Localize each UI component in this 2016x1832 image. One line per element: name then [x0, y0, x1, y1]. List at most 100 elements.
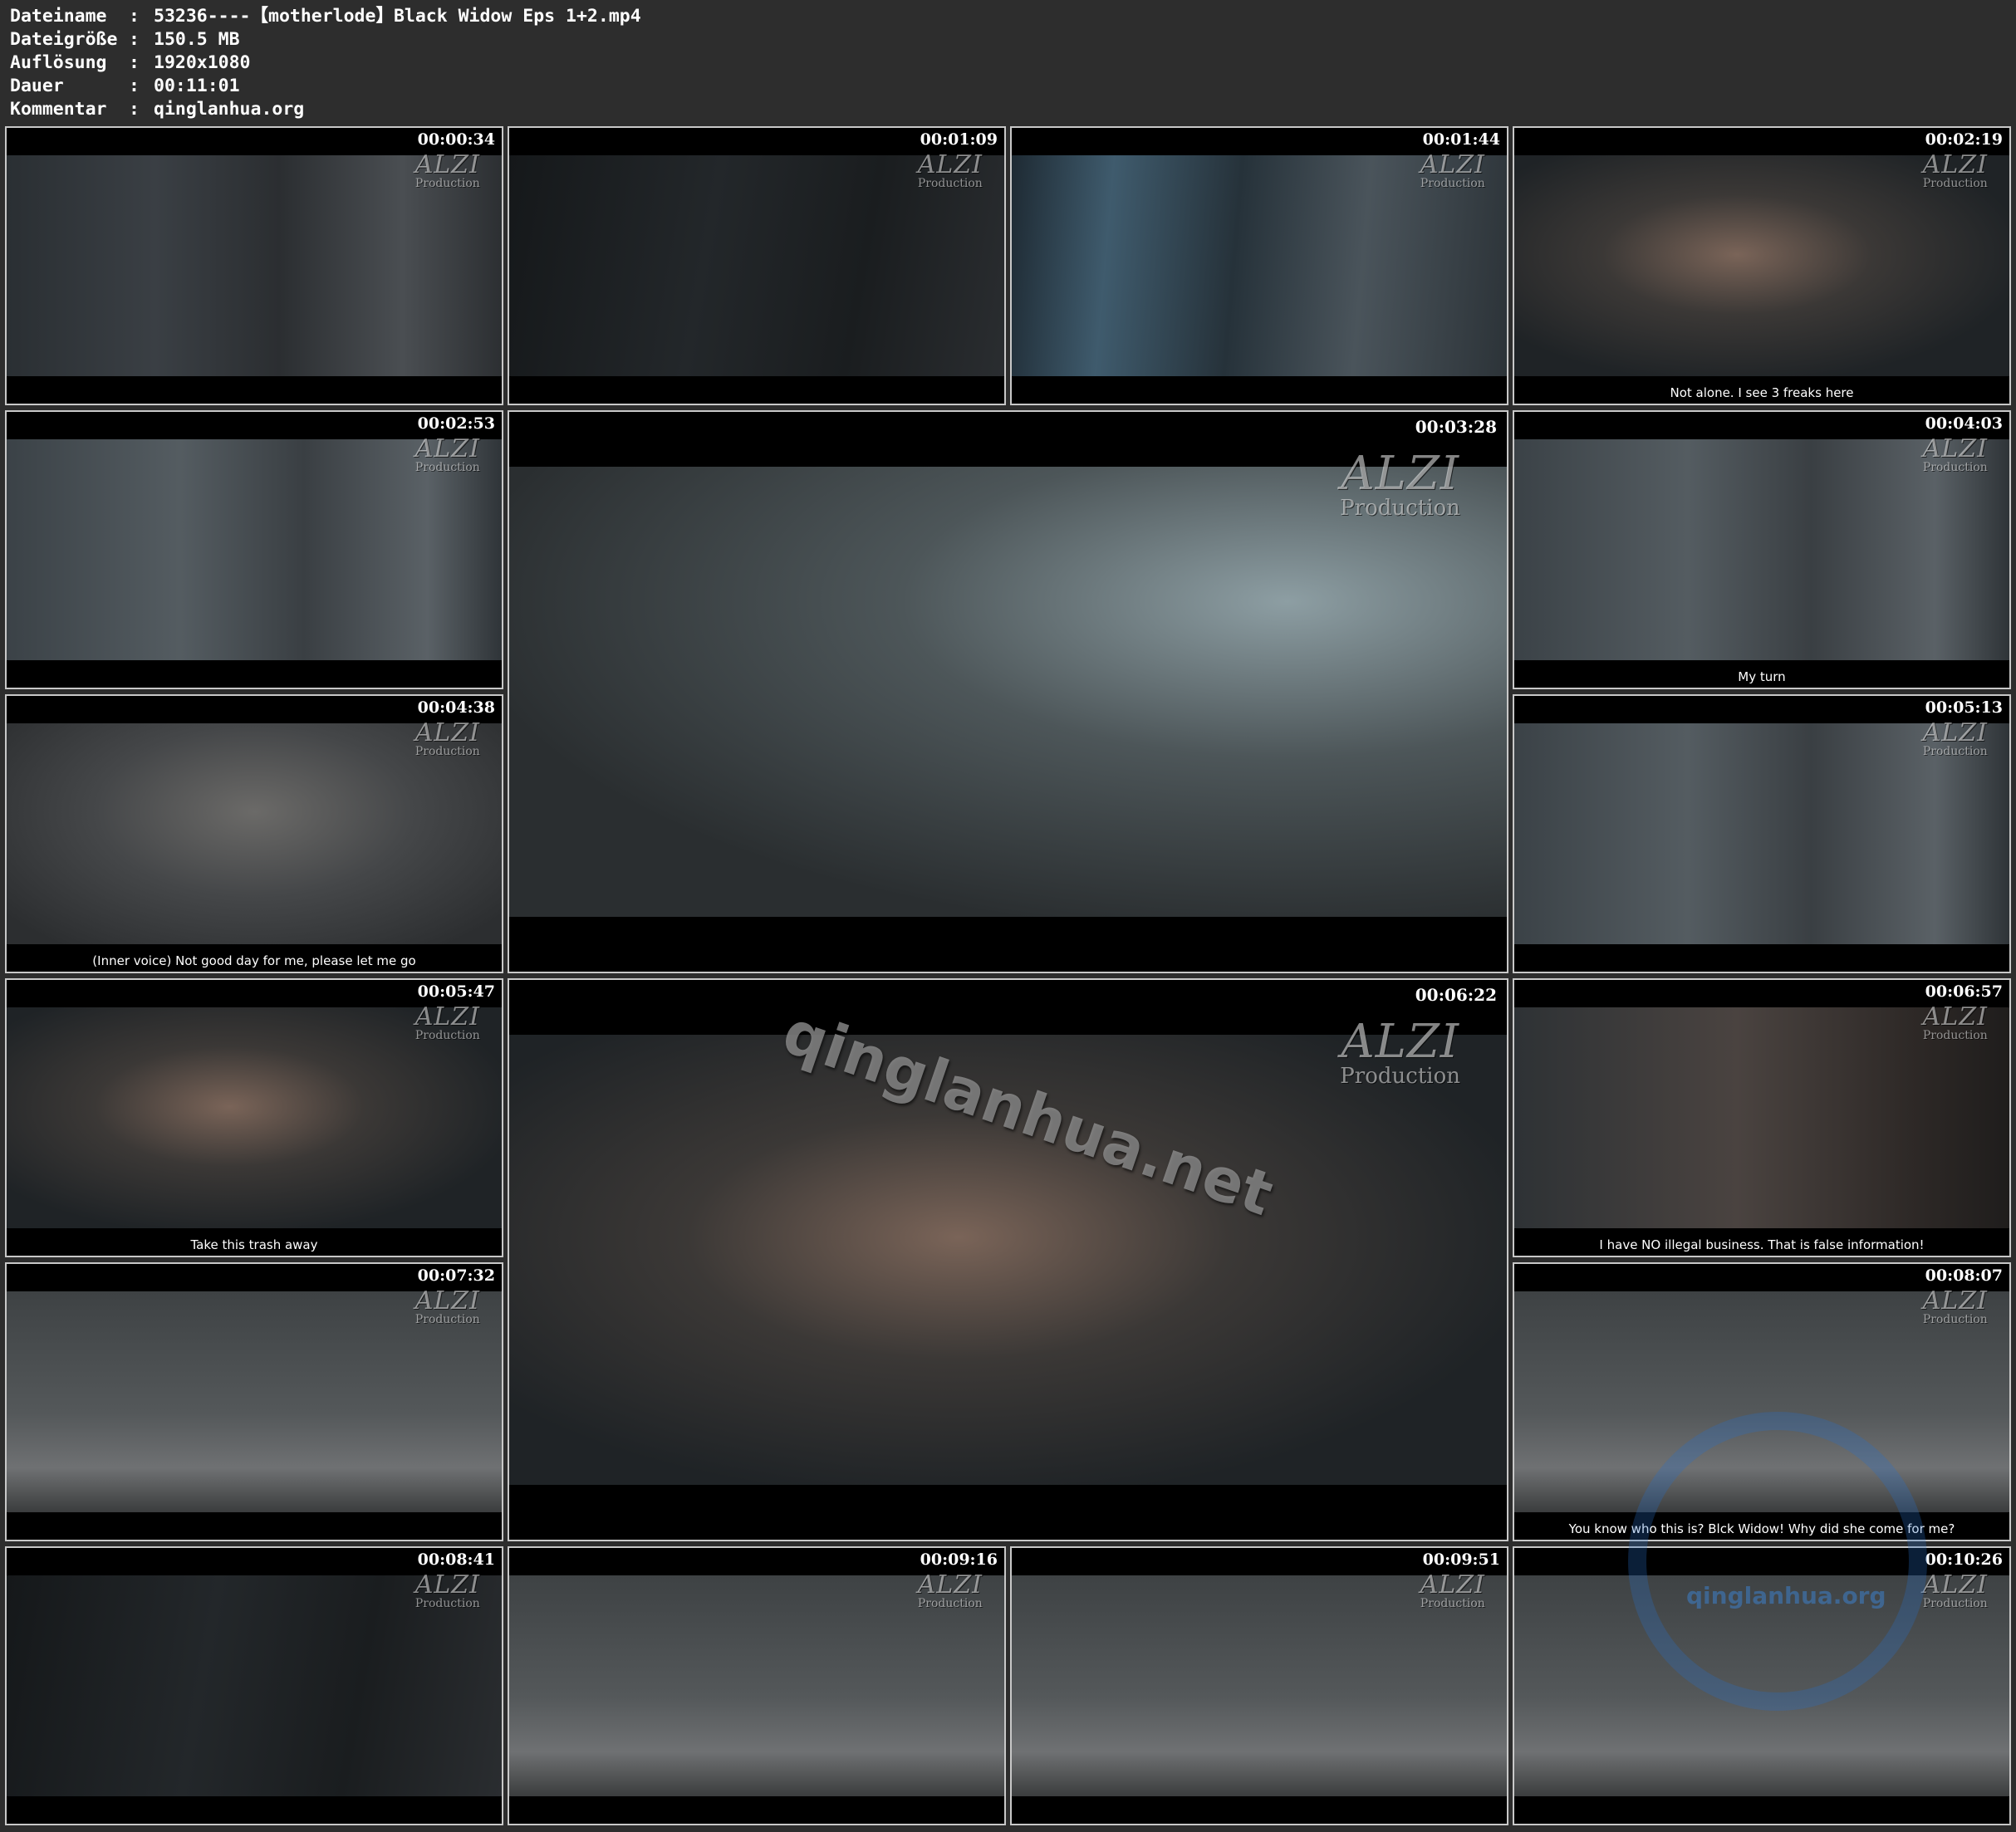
production-logo: ALZI Production: [414, 1002, 480, 1042]
info-value: 00:11:01: [154, 76, 240, 96]
timestamp: 00:07:32: [417, 1266, 495, 1285]
info-row: Kommentar: qinglanhua.org: [10, 98, 641, 121]
info-row: Dateiname:53236----【motherlode】Black Wid…: [10, 5, 641, 28]
info-sep: :: [129, 52, 140, 73]
production-logo: ALZI Production: [414, 1286, 480, 1326]
scene-frame: [509, 1035, 1507, 1485]
logo-line-2: Production: [1420, 176, 1485, 190]
logo-line-1: ALZI: [1420, 149, 1485, 179]
production-logo: ALZI Production: [1922, 718, 1988, 757]
logo-line-2: Production: [1922, 1312, 1988, 1326]
info-label: Dauer: [10, 76, 64, 96]
logo-line-2: Production: [1420, 1596, 1485, 1610]
logo-line-1: ALZI: [414, 149, 480, 179]
timestamp: 00:08:07: [1925, 1266, 2003, 1285]
logo-line-2: Production: [1922, 176, 1988, 190]
logo-line-1: ALZI: [414, 434, 480, 463]
subtitle: Take this trash away: [190, 1237, 318, 1252]
subtitle: You know who this is? Blck Widow! Why di…: [1568, 1521, 1955, 1536]
timestamp: 00:04:03: [1925, 414, 2003, 433]
subtitle: Not alone. I see 3 freaks here: [1670, 385, 1854, 400]
timestamp: 00:05:13: [1925, 698, 2003, 717]
logo-line-2: Production: [414, 1312, 480, 1326]
video-thumbnail[interactable]: 00:02:53 ALZI Production: [5, 410, 503, 689]
timestamp: 00:06:57: [1925, 982, 2003, 1001]
video-thumbnail[interactable]: 00:07:32 ALZI Production: [5, 1262, 503, 1541]
timestamp: 00:03:28: [1415, 417, 1497, 437]
logo-line-1: ALZI: [917, 149, 983, 179]
logo-line-1: ALZI: [414, 1002, 480, 1031]
logo-line-1: ALZI: [1341, 1015, 1459, 1070]
video-thumbnail[interactable]: 00:09:51 ALZI Production: [1010, 1546, 1508, 1825]
subtitle: My turn: [1738, 669, 1786, 684]
video-thumbnail[interactable]: 00:00:34 ALZI Production: [5, 126, 503, 405]
production-logo: ALZI Production: [1922, 149, 1988, 190]
info-value: 1920x1080: [154, 52, 251, 73]
video-thumbnail[interactable]: 00:01:09 ALZI Production: [508, 126, 1006, 405]
logo-line-2: Production: [414, 176, 480, 190]
info-label: Dateigröße: [10, 29, 118, 50]
production-logo: ALZI Production: [1922, 1004, 1988, 1042]
logo-line-2: Production: [414, 1028, 480, 1042]
logo-line-2: Production: [917, 176, 983, 190]
logo-line-1: ALZI: [414, 718, 480, 747]
production-logo: ALZI Production: [1923, 436, 1988, 473]
logo-line-2: Production: [1922, 1028, 1988, 1042]
timestamp: 00:02:53: [417, 414, 495, 433]
logo-line-1: ALZI: [414, 1286, 480, 1315]
logo-line-2: Production: [1922, 1596, 1988, 1610]
scene-frame: [509, 467, 1507, 917]
info-value: qinglanhua.org: [154, 99, 305, 120]
logo-line-1: ALZI: [1922, 149, 1988, 179]
info-label: Auflösung: [10, 52, 107, 73]
production-logo: ALZI Production: [1340, 1015, 1460, 1090]
logo-line-2: Production: [1340, 1064, 1460, 1090]
video-thumbnail[interactable]: 00:06:22 ALZI Production: [508, 978, 1508, 1541]
timestamp: 00:04:38: [417, 698, 495, 717]
video-thumbnail[interactable]: 00:03:28 ALZI Production: [508, 410, 1508, 973]
timestamp: 00:06:22: [1415, 985, 1497, 1005]
timestamp: 00:09:51: [1422, 1550, 1500, 1569]
info-label: Dateiname: [10, 6, 107, 27]
production-logo: ALZI Production: [414, 1570, 480, 1609]
info-sep: :: [129, 6, 140, 27]
video-thumbnail[interactable]: 00:10:26 ALZI Production: [1513, 1546, 2011, 1825]
logo-line-1: ALZI: [414, 1570, 480, 1599]
timestamp: 00:10:26: [1925, 1550, 2003, 1569]
video-thumbnail[interactable]: 00:04:38 ALZI Production (Inner voice) Not …: [5, 694, 503, 973]
info-row: Dauer:00:11:01: [10, 75, 641, 98]
production-logo: ALZI Production: [1340, 447, 1460, 520]
logo-line-1: ALZI: [1922, 1570, 1988, 1599]
logo-line-1: ALZI: [1922, 718, 1988, 747]
timestamp: 00:01:44: [1422, 130, 1500, 149]
timestamp: 00:00:34: [417, 130, 495, 149]
timestamp: 00:02:19: [1925, 130, 2003, 149]
video-thumbnail[interactable]: 00:02:19 ALZI Production Not alone. I see 3…: [1513, 126, 2011, 405]
info-label: Kommentar: [10, 99, 107, 120]
subtitle: I have NO illegal business. That is fals…: [1599, 1237, 1925, 1252]
video-thumbnail[interactable]: 00:09:16 ALZI Production: [508, 1546, 1006, 1825]
logo-line-2: Production: [414, 744, 480, 758]
production-logo: ALZI Production: [414, 149, 480, 190]
production-logo: ALZI Production: [917, 149, 983, 190]
video-thumbnail[interactable]: 00:05:47 ALZI Production Take this trash aw…: [5, 978, 503, 1257]
logo-line-1: ALZI: [1341, 447, 1459, 502]
info-sep: :: [129, 29, 140, 50]
video-thumbnail[interactable]: 00:01:44 ALZI Production: [1010, 126, 1508, 405]
logo-line-1: ALZI: [917, 1570, 983, 1599]
info-row: Auflösung:1920x1080: [10, 51, 641, 75]
video-thumbnail[interactable]: 00:05:13 ALZI Production: [1513, 694, 2011, 973]
video-thumbnail[interactable]: 00:04:03 ALZI Production My turn: [1513, 410, 2011, 689]
info-sep: :: [129, 99, 140, 120]
video-thumbnail[interactable]: 00:08:07 ALZI Production You know who this …: [1513, 1262, 2011, 1541]
info-sep: :: [129, 76, 140, 96]
video-thumbnail[interactable]: 00:08:41 ALZI Production: [5, 1546, 503, 1825]
video-thumbnail[interactable]: 00:06:57 ALZI Production I have NO illegal …: [1513, 978, 2011, 1257]
production-logo: ALZI Production: [1420, 1570, 1485, 1610]
production-logo: ALZI Production: [414, 718, 480, 758]
logo-line-1: ALZI: [1420, 1570, 1485, 1599]
logo-line-2: Production: [917, 1596, 983, 1610]
timestamp: 00:01:09: [920, 130, 998, 149]
timestamp: 00:08:41: [417, 1550, 495, 1569]
timestamp: 00:05:47: [417, 982, 495, 1001]
